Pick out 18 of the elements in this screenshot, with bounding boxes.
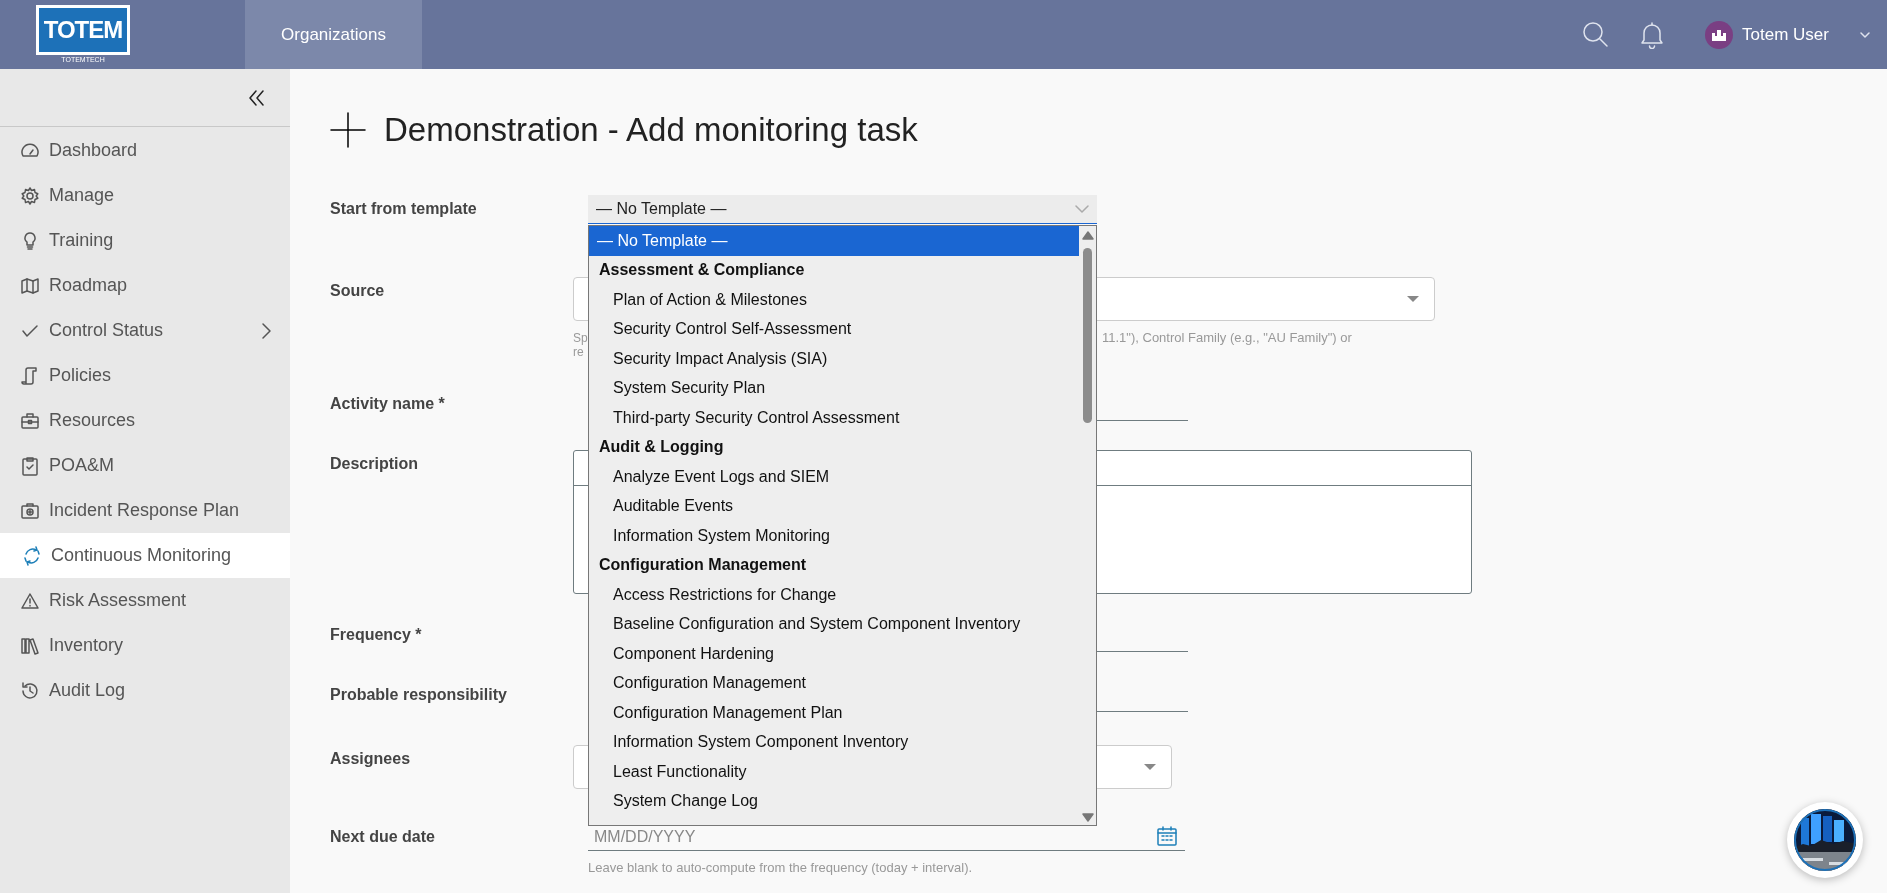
help-text: 11.1"), Control Family (e.g., "AU Family") or: [1102, 331, 1352, 347]
option-group-label: Assessment & Compliance: [598, 260, 806, 281]
field-label: Description: [330, 454, 418, 473]
option-group-label: Configuration Management: [598, 555, 808, 576]
option-group-label: Audit & Logging: [598, 437, 725, 458]
field-label: Frequency *: [330, 625, 422, 644]
help-text: re: [573, 345, 584, 359]
field-label: Start from template: [330, 199, 477, 218]
field-label: Probable responsibility: [330, 685, 507, 704]
page-title: Demonstration - Add monitoring task: [384, 111, 918, 149]
help-text: Sp: [573, 331, 588, 345]
help-text: Leave blank to auto-compute from the frequency (today + interval).: [588, 860, 974, 875]
field-label: Next due date: [330, 827, 435, 846]
field-label: Source: [330, 281, 385, 300]
logo-text: TOTEM: [39, 8, 127, 52]
user-name: Totem User: [1742, 24, 1829, 45]
field-label: Assignees: [330, 749, 411, 768]
field-label: Activity name *: [330, 394, 445, 413]
